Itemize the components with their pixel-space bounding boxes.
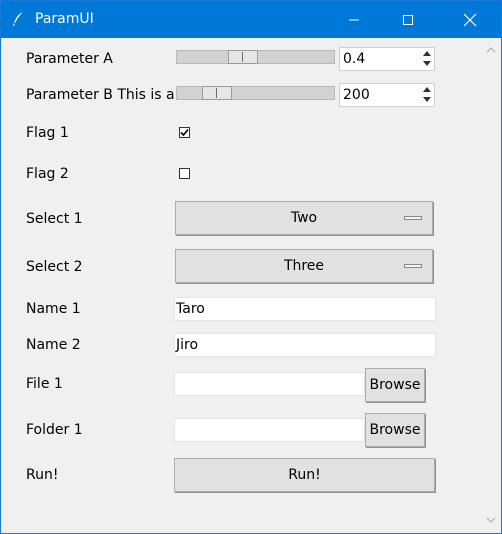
maximize-button[interactable]: [385, 1, 431, 38]
name2-value[interactable]: Jiro: [176, 337, 198, 353]
browse-label: Browse: [369, 377, 421, 393]
folder1-label: Folder 1: [26, 422, 83, 438]
param-a-slider[interactable]: [176, 50, 335, 64]
spin-down-icon[interactable]: [423, 61, 431, 66]
scroll-up-icon[interactable]: [484, 43, 498, 57]
maximize-icon: [403, 14, 413, 25]
minimize-icon: [349, 19, 359, 20]
title-bar[interactable]: ParamUI: [1, 1, 501, 38]
spin-up-icon[interactable]: [423, 51, 431, 56]
run-button-label: Run!: [288, 467, 321, 483]
file1-browse-button[interactable]: Browse: [365, 368, 425, 402]
name1-input[interactable]: Taro: [174, 297, 436, 321]
flag2-label: Flag 2: [26, 166, 69, 182]
file1-input[interactable]: [174, 372, 365, 396]
scroll-down-icon[interactable]: [484, 513, 498, 527]
dropdown-indicator-icon: [404, 216, 422, 220]
run-button[interactable]: Run!: [174, 458, 435, 492]
window-title: ParamUI: [35, 11, 94, 27]
name2-input[interactable]: Jiro: [174, 333, 436, 357]
flag2-checkbox[interactable]: [179, 168, 190, 179]
param-b-label: Parameter B This is a p: [26, 87, 174, 103]
browse-label: Browse: [369, 422, 421, 438]
folder1-input[interactable]: [174, 418, 365, 442]
flag1-label: Flag 1: [26, 125, 69, 141]
spin-down-icon[interactable]: [423, 97, 431, 102]
select2-label: Select 2: [26, 259, 83, 275]
spin-arrows[interactable]: [420, 48, 434, 70]
close-icon: [463, 13, 477, 26]
app-window: ParamUI Parameter A 0.4 Parameter B This…: [0, 0, 502, 534]
spin-arrows[interactable]: [420, 84, 434, 106]
param-a-spinbox[interactable]: 0.4: [339, 47, 435, 71]
flag1-checkbox[interactable]: [179, 127, 190, 138]
name1-label: Name 1: [26, 301, 81, 317]
select2-dropdown[interactable]: Three: [175, 249, 433, 283]
run-label: Run!: [26, 467, 59, 483]
param-a-value[interactable]: 0.4: [343, 51, 365, 67]
dropdown-indicator-icon: [404, 264, 422, 268]
param-b-spinbox[interactable]: 200: [339, 83, 435, 107]
name2-label: Name 2: [26, 337, 81, 353]
select1-value: Two: [290, 210, 318, 226]
param-b-slider[interactable]: [176, 86, 335, 100]
param-b-value[interactable]: 200: [343, 87, 370, 103]
close-button[interactable]: [447, 1, 493, 38]
spin-up-icon[interactable]: [423, 87, 431, 92]
name1-value[interactable]: Taro: [176, 301, 205, 317]
select1-label: Select 1: [26, 211, 83, 227]
slider-thumb[interactable]: [228, 50, 258, 64]
feather-icon: [13, 11, 24, 26]
slider-thumb[interactable]: [202, 86, 232, 100]
param-a-label: Parameter A: [26, 51, 113, 67]
select1-dropdown[interactable]: Two: [175, 201, 433, 235]
folder1-browse-button[interactable]: Browse: [365, 413, 425, 447]
checkmark-icon: [180, 128, 189, 137]
minimize-button[interactable]: [331, 1, 377, 38]
select2-value: Three: [283, 258, 325, 274]
file1-label: File 1: [26, 376, 63, 392]
